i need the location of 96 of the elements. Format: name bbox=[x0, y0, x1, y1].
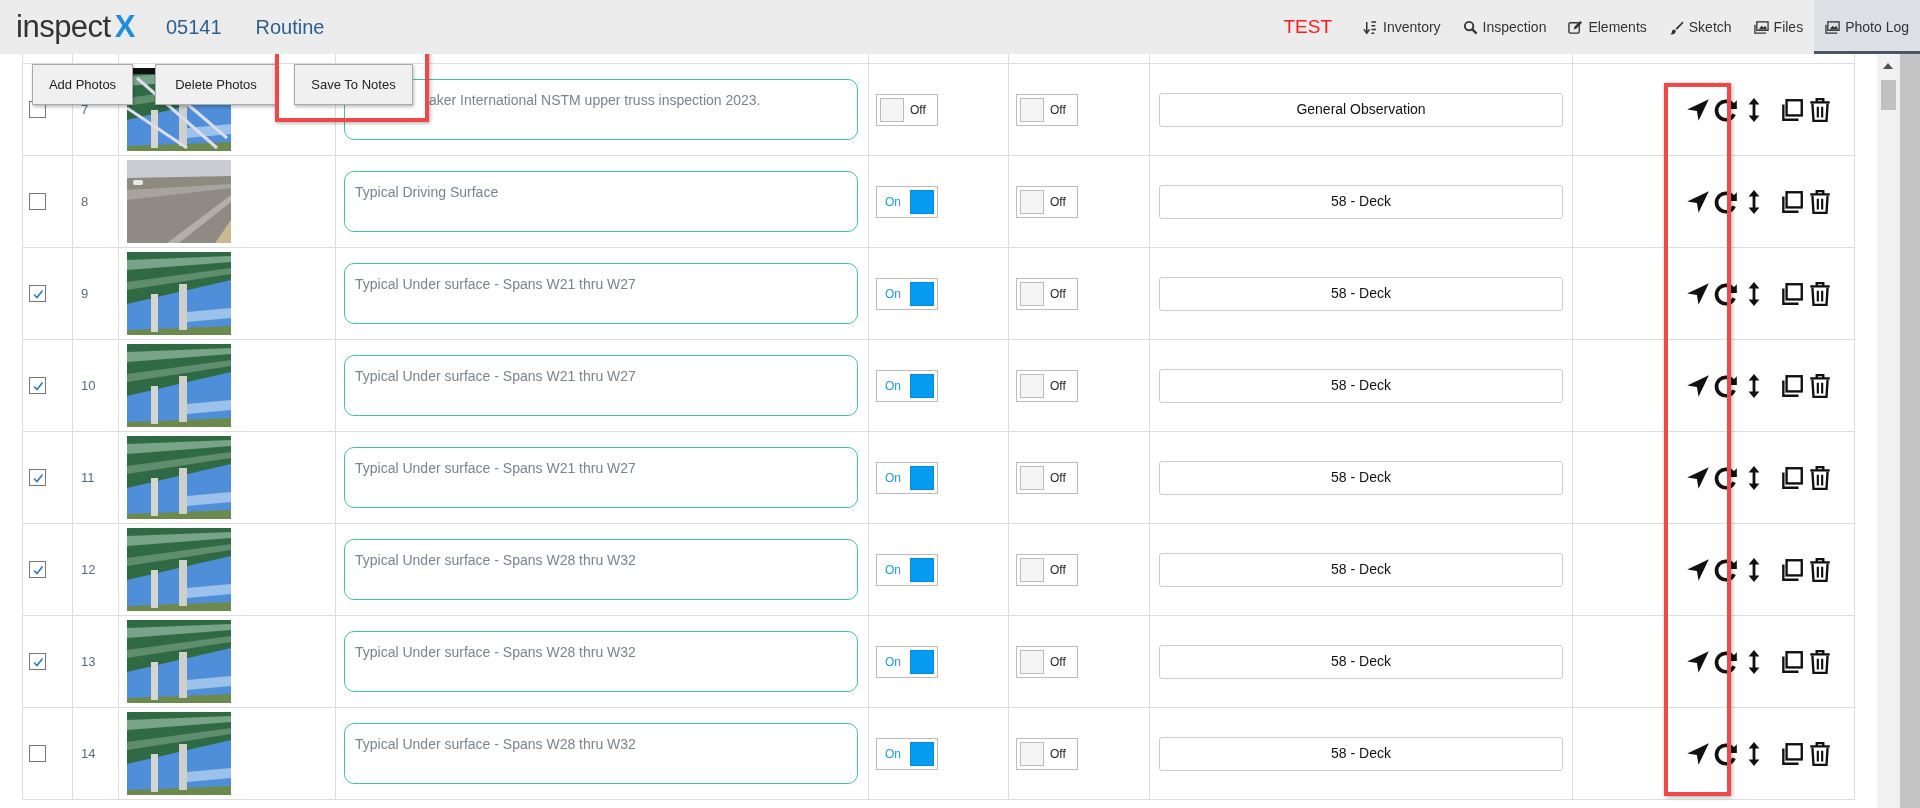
note-field[interactable]: Typical Under surface - Spans W21 thru W27 bbox=[344, 447, 858, 508]
check-icon bbox=[31, 563, 44, 576]
toggle-switch[interactable]: Off bbox=[1016, 553, 1078, 586]
check-icon bbox=[31, 655, 44, 668]
trash-icon[interactable] bbox=[1807, 464, 1833, 491]
rotate-icon[interactable] bbox=[1713, 556, 1739, 583]
rotate-icon[interactable] bbox=[1713, 96, 1739, 123]
rotate-icon[interactable] bbox=[1713, 188, 1739, 215]
navigation-arrow-icon[interactable] bbox=[1685, 556, 1711, 583]
toggle-switch[interactable]: Off bbox=[1016, 645, 1078, 678]
element-dropdown[interactable]: 58 - Deck bbox=[1159, 184, 1563, 219]
search-icon bbox=[1462, 19, 1478, 35]
element-dropdown[interactable]: 58 - Deck bbox=[1159, 368, 1563, 403]
element-dropdown[interactable]: 58 - Deck bbox=[1159, 736, 1563, 771]
images-icon bbox=[1825, 19, 1841, 35]
trash-icon[interactable] bbox=[1807, 280, 1833, 307]
navigation-arrow-icon[interactable] bbox=[1685, 740, 1711, 767]
navigation-arrow-icon[interactable] bbox=[1685, 188, 1711, 215]
photo-number: 9 bbox=[81, 284, 89, 303]
nav-tab[interactable]: Photo Log bbox=[1814, 0, 1920, 54]
photo-number: 14 bbox=[81, 744, 96, 763]
nav-tab[interactable]: Elements bbox=[1557, 0, 1658, 54]
note-field[interactable]: Typical Under surface - Spans W28 thru W32 bbox=[344, 539, 858, 600]
nav-tab[interactable]: Files bbox=[1742, 0, 1815, 54]
rotate-icon[interactable] bbox=[1713, 648, 1739, 675]
scrollbar-thumb[interactable] bbox=[1881, 80, 1896, 110]
photo-number: 10 bbox=[81, 376, 96, 395]
edit-icon bbox=[1568, 19, 1584, 35]
toolbar-button[interactable]: Save To Notes bbox=[294, 64, 413, 105]
copy-icon[interactable] bbox=[1779, 96, 1805, 123]
note-field[interactable]: Typical Under surface - Spans W28 thru W32 bbox=[344, 723, 858, 784]
navigation-arrow-icon[interactable] bbox=[1685, 280, 1711, 307]
trash-icon[interactable] bbox=[1807, 740, 1833, 767]
element-dropdown[interactable]: 58 - Deck bbox=[1159, 276, 1563, 311]
toggle-switch[interactable]: Off bbox=[1016, 461, 1078, 494]
note-field[interactable]: Typical Under surface - Spans W28 thru W32 bbox=[344, 631, 858, 692]
navigation-arrow-icon[interactable] bbox=[1685, 372, 1711, 399]
toggle-switch[interactable]: Off bbox=[1016, 185, 1078, 218]
trash-icon[interactable] bbox=[1807, 96, 1833, 123]
check-icon bbox=[31, 379, 44, 392]
toggle-switch[interactable]: Off bbox=[876, 93, 938, 126]
navigation-arrow-icon[interactable] bbox=[1685, 464, 1711, 491]
element-dropdown[interactable]: 58 - Deck bbox=[1159, 552, 1563, 587]
copy-icon[interactable] bbox=[1779, 280, 1805, 307]
checkbox[interactable] bbox=[29, 193, 46, 210]
trash-icon[interactable] bbox=[1807, 188, 1833, 215]
toggle-switch[interactable]: Off bbox=[1016, 737, 1078, 770]
toolbar-button[interactable]: Delete Photos bbox=[155, 64, 277, 105]
checkbox[interactable] bbox=[29, 377, 46, 394]
element-dropdown[interactable]: 58 - Deck bbox=[1159, 644, 1563, 679]
rotate-icon[interactable] bbox=[1713, 464, 1739, 491]
structure-number: 05141 bbox=[165, 15, 222, 40]
inspection-type: Routine bbox=[255, 15, 325, 40]
sort-icon bbox=[1363, 19, 1378, 35]
checkbox[interactable] bbox=[29, 469, 46, 486]
app-logo: inspectX bbox=[16, 7, 135, 46]
checkbox[interactable] bbox=[29, 745, 46, 762]
scroll-up-icon[interactable] bbox=[1883, 62, 1893, 69]
toggle-switch[interactable]: Off bbox=[1016, 369, 1078, 402]
photo-number: 12 bbox=[81, 560, 96, 579]
check-icon bbox=[31, 287, 44, 300]
environment-label: TEST bbox=[1283, 14, 1332, 39]
toggle-switch[interactable]: Off bbox=[1016, 277, 1078, 310]
navigation-arrow-icon[interactable] bbox=[1685, 96, 1711, 123]
element-dropdown[interactable]: 58 - Deck bbox=[1159, 460, 1563, 495]
photo-number: 13 bbox=[81, 652, 96, 671]
note-field[interactable]: Typical Driving Surface bbox=[344, 171, 858, 232]
trash-icon[interactable] bbox=[1807, 372, 1833, 399]
photo-number: 11 bbox=[81, 468, 95, 487]
check-icon bbox=[31, 471, 44, 484]
rotate-icon[interactable] bbox=[1713, 280, 1739, 307]
copy-icon[interactable] bbox=[1779, 556, 1805, 583]
nav-tab[interactable]: Inspection bbox=[1451, 0, 1558, 54]
trash-icon[interactable] bbox=[1807, 556, 1833, 583]
copy-icon[interactable] bbox=[1779, 372, 1805, 399]
nav-tab[interactable]: Sketch bbox=[1657, 0, 1743, 54]
nav-tab[interactable]: Inventory bbox=[1352, 0, 1452, 54]
photo-number: 8 bbox=[81, 192, 89, 211]
navigation-arrow-icon[interactable] bbox=[1685, 648, 1711, 675]
brush-icon bbox=[1668, 19, 1684, 35]
note-field[interactable]: Typical Under surface - Spans W21 thru W27 bbox=[344, 355, 858, 416]
element-dropdown[interactable]: General Observation bbox=[1159, 92, 1563, 127]
copy-icon[interactable] bbox=[1779, 464, 1805, 491]
trash-icon[interactable] bbox=[1807, 648, 1833, 675]
images-icon bbox=[1753, 19, 1769, 35]
copy-icon[interactable] bbox=[1779, 740, 1805, 767]
toolbar-button[interactable]: Add Photos bbox=[32, 64, 133, 105]
copy-icon[interactable] bbox=[1779, 648, 1805, 675]
copy-icon[interactable] bbox=[1779, 188, 1805, 215]
checkbox[interactable] bbox=[29, 285, 46, 302]
toggle-switch[interactable]: Off bbox=[1016, 93, 1078, 126]
rotate-icon[interactable] bbox=[1713, 372, 1739, 399]
note-field[interactable]: Typical Under surface - Spans W21 thru W27 bbox=[344, 263, 858, 324]
checkbox[interactable] bbox=[29, 561, 46, 578]
checkbox[interactable] bbox=[29, 653, 46, 670]
rotate-icon[interactable] bbox=[1713, 740, 1739, 767]
